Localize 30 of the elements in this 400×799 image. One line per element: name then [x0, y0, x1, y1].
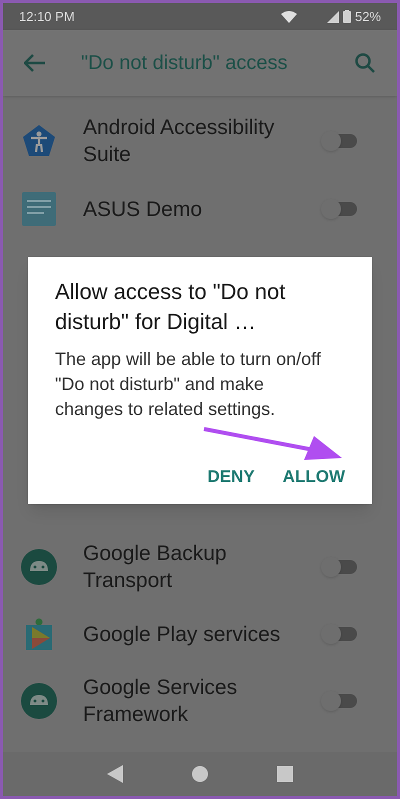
toggle-switch[interactable]: [321, 624, 357, 644]
android-icon: [21, 683, 57, 719]
app-name[interactable]: Google Backup Transport: [83, 540, 321, 594]
battery-percent: 52%: [354, 8, 381, 26]
dialog-button[interactable]: DENY: [207, 462, 255, 492]
screen-title: "Do not disturb" access: [81, 51, 289, 76]
recents-icon[interactable]: [276, 766, 293, 782]
back-arrow-icon: [24, 54, 46, 72]
search-icon: [354, 52, 376, 74]
dialog-title: Allow access to "Do not disturb" for Digital …: [55, 278, 286, 336]
app-icon: [22, 192, 56, 226]
app-name[interactable]: Google Services Framework: [83, 674, 321, 728]
toggle-switch[interactable]: [321, 131, 357, 151]
dialog-button[interactable]: ALLOW: [282, 462, 345, 492]
toggle-switch[interactable]: [321, 557, 357, 577]
dialog-message: The app will be able to turn on/off "Do not disturb" and make changes to related settings.: [55, 348, 322, 421]
app-name[interactable]: Android Accessibility Suite: [83, 114, 321, 168]
accessibility-icon: [22, 124, 56, 158]
battery-icon: [342, 10, 351, 23]
signal-icon: [326, 10, 339, 22]
android-icon: [21, 549, 57, 585]
puzzle-icon: [26, 618, 52, 650]
clock: 12:10 PM: [19, 8, 75, 26]
app-name[interactable]: Google Play services: [83, 620, 321, 648]
toggle-switch[interactable]: [321, 199, 357, 219]
home-icon[interactable]: [192, 766, 208, 782]
wifi-icon: [280, 10, 297, 22]
back-icon[interactable]: [107, 765, 124, 783]
toggle-switch[interactable]: [321, 691, 357, 711]
app-name[interactable]: ASUS Demo: [83, 196, 321, 222]
